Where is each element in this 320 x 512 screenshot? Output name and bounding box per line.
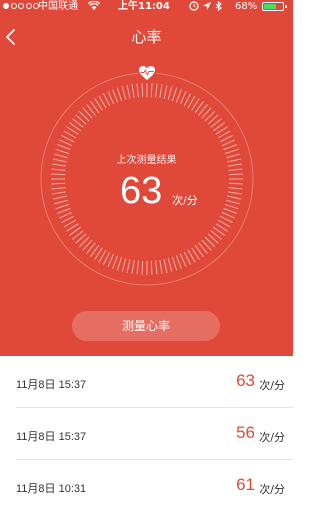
gauge-tick — [141, 260, 144, 275]
gauge-tick — [228, 187, 243, 190]
battery-icon — [262, 2, 284, 11]
history-unit: 次/分 — [259, 379, 285, 392]
carrier-name: 中国联通 — [38, 1, 78, 12]
gauge-tick — [171, 87, 178, 102]
gauge-tick — [136, 260, 139, 275]
gauge-tick — [223, 144, 237, 151]
gauge-tick — [155, 83, 158, 98]
gauge-tick — [183, 93, 192, 107]
gauge-tick — [221, 139, 235, 147]
history-value: 56 — [236, 423, 255, 442]
history-time: 11月8日 15:37 — [16, 379, 87, 391]
gauge-tick — [102, 93, 111, 107]
gauge-tick — [107, 253, 115, 267]
gauge-tick — [227, 195, 242, 200]
location-icon — [202, 1, 212, 15]
gauge-tick — [136, 83, 139, 98]
gauge-tick — [57, 144, 71, 151]
gauge-tick — [112, 255, 119, 269]
gauge-tick — [159, 259, 163, 274]
gauge-tick — [54, 199, 68, 205]
result-value: 63 — [120, 170, 163, 212]
gauge-tick — [223, 207, 237, 214]
page-title: 心率 — [131, 28, 162, 46]
alarm-icon — [189, 1, 199, 15]
gauge-tick — [219, 134, 233, 143]
gauge-tick — [228, 173, 243, 176]
gauge-tick — [121, 86, 127, 100]
history-value: 63 — [236, 371, 255, 390]
gauge-tick — [126, 259, 131, 274]
gauge-tick — [219, 215, 233, 224]
gauge-tick — [228, 168, 243, 171]
gauge-tick — [167, 258, 173, 272]
gauge-tick — [175, 89, 182, 103]
history-unit: 次/分 — [259, 483, 285, 496]
bluetooth-icon — [215, 0, 223, 15]
gauge-tick — [52, 195, 67, 200]
gauge-tick — [102, 251, 111, 265]
gauge-tick — [150, 83, 153, 98]
battery-percent: 68% — [235, 1, 258, 12]
gauge-tick — [227, 191, 242, 195]
gauge-tick — [150, 260, 153, 275]
gauge-tick — [226, 199, 240, 205]
history-time: 11月8日 15:37 — [16, 431, 87, 443]
gauge-tick — [155, 260, 158, 275]
gauge-tick — [126, 84, 131, 99]
history-row[interactable]: 11月8日 10:31 61 次/分 — [0, 460, 293, 512]
gauge-tick — [59, 211, 73, 219]
gauge-tick — [121, 258, 127, 272]
header-panel: 中国联通 上午11:04 68% 心率 上次测量结果 63 次/分 测量心率 — [0, 0, 293, 356]
result-unit: 次/分 — [172, 194, 198, 207]
gauge-tick — [51, 173, 66, 176]
gauge-tick — [131, 259, 135, 274]
gauge-tick — [163, 84, 168, 99]
gauge-tick — [179, 91, 187, 105]
gauge-tick — [159, 84, 163, 99]
gauge-tick — [171, 256, 178, 271]
gauge-tick — [228, 182, 243, 185]
gauge-tick — [183, 251, 192, 265]
gauge-tick — [179, 253, 187, 267]
measure-heart-rate-button[interactable]: 测量心率 — [72, 311, 220, 341]
gauge-tick — [163, 259, 168, 274]
gauge-tick — [61, 134, 75, 143]
gauge-tick — [52, 191, 67, 195]
gauge-tick — [112, 89, 119, 103]
gauge-tick — [141, 83, 144, 98]
gauge-tick — [107, 91, 115, 105]
status-bar: 中国联通 上午11:04 68% — [0, 0, 293, 13]
result-label: 上次测量结果 — [116, 155, 177, 166]
history-time: 11月8日 10:31 — [16, 483, 87, 495]
history-value: 61 — [236, 475, 255, 494]
gauge-tick — [167, 86, 173, 100]
signal-strength-icon — [3, 3, 39, 9]
gauge-tick — [116, 256, 123, 271]
history-row[interactable]: 11月8日 15:37 63 次/分 — [0, 356, 293, 408]
status-time: 上午11:04 — [118, 1, 170, 12]
gauge-tick — [55, 203, 70, 210]
gauge-tick — [51, 182, 66, 185]
gauge-tick — [61, 215, 75, 224]
gauge-tick — [224, 203, 239, 210]
gauge-tick — [51, 168, 66, 171]
gauge-tick — [131, 84, 135, 99]
gauge-tick — [59, 139, 73, 147]
gauge-tick — [51, 187, 66, 190]
gauge-tick — [57, 207, 71, 214]
gauge-tick — [116, 87, 123, 102]
history-unit: 次/分 — [259, 431, 285, 444]
gauge-tick — [175, 255, 182, 269]
gauge-tick — [221, 211, 235, 219]
wifi-icon — [87, 0, 101, 15]
history-row[interactable]: 11月8日 15:37 56 次/分 — [0, 408, 293, 460]
